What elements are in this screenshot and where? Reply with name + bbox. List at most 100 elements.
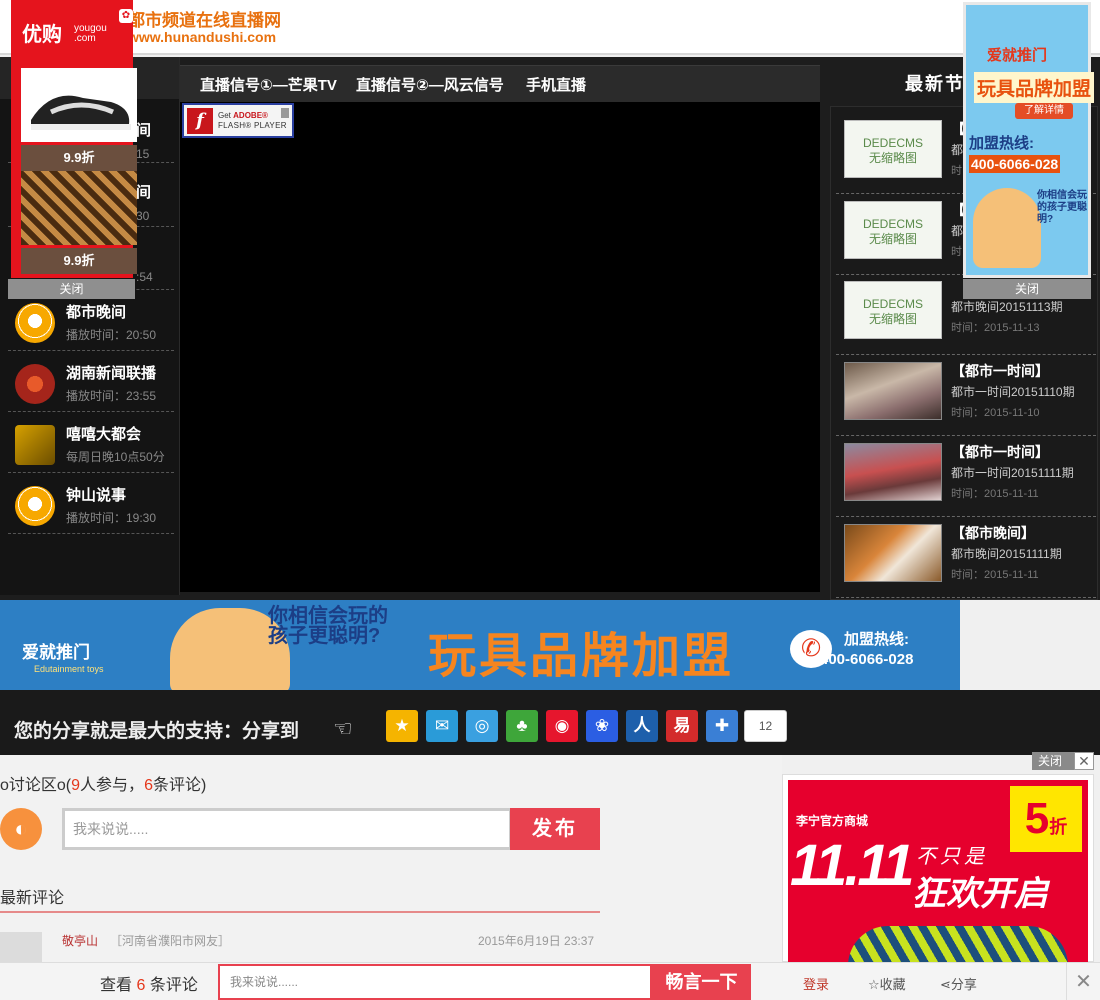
- site-name[interactable]: 都市频道在线直播网: [128, 12, 281, 30]
- hotline-number: 400-6066-028: [820, 651, 914, 668]
- program-name: 嘻嘻大都会: [66, 426, 142, 443]
- netease-icon[interactable]: 易: [666, 710, 698, 742]
- discount-badge: 5折: [1010, 786, 1082, 852]
- site-header: 都市频道在线直播网 www.hunandushi.com: [0, 0, 1100, 55]
- baidu-icon[interactable]: ❀: [586, 710, 618, 742]
- thumbnail-placeholder: DEDECMS 无缩略图: [844, 281, 942, 339]
- banner-brand-sub: Edutainment toys: [34, 664, 104, 674]
- toy-franchise-banner[interactable]: 爱就推门 Edutainment toys 你相信会玩的孩子更聪明? 玩具品牌加…: [0, 600, 960, 690]
- quick-comment-input[interactable]: 我来说说......: [218, 964, 652, 1000]
- program-time: 播放时间：23:55: [66, 389, 157, 403]
- qq-space-icon[interactable]: ◎: [466, 710, 498, 742]
- renren-icon[interactable]: 人: [626, 710, 658, 742]
- latest-item-subtitle: 都: [951, 143, 964, 157]
- lining-ad[interactable]: 关闭 ✕ 李宁官方商城 5折 11.11 不只是 狂欢开启: [782, 752, 1100, 962]
- lining-brand: 李宁官方商城: [796, 814, 869, 828]
- comment-count: 6: [144, 777, 153, 794]
- divider: [0, 911, 600, 913]
- program-name: 间: [136, 184, 152, 201]
- ad-close-bar: 关闭: [1032, 752, 1076, 770]
- lining-ad-title: 11.11: [790, 833, 915, 898]
- floating-toy-ad[interactable]: 爱就推门 玩具品牌加盟 了解详情 加盟热线: 400-6066-028 你相信会…: [963, 0, 1095, 300]
- latest-item[interactable]: 【都市晚间】 都市晚间20151111期 时间：2015-11-11: [836, 517, 1096, 598]
- floating-shop-ad[interactable]: 优购 yougou .com ✿ 9.9折 9.9折 关闭: [8, 0, 137, 300]
- program-item-3[interactable]: 钟山说事 播放时间：19:30: [8, 474, 174, 534]
- comment-username[interactable]: 敬亭山: [62, 932, 98, 949]
- close-icon[interactable]: ✕: [1074, 752, 1094, 770]
- flash-player-label: FLASH® PLAYER: [218, 121, 287, 130]
- favorite-button[interactable]: ☆收藏: [868, 974, 906, 993]
- share-count[interactable]: 12: [744, 710, 787, 742]
- cartoon-girl-image: [973, 188, 1041, 268]
- latest-item-date: 时间：2015-11-11: [951, 488, 1039, 500]
- banner-headline: 玩具品牌加盟: [428, 630, 735, 683]
- program-item-0[interactable]: 都市晚间 播放时间：20:50: [8, 291, 174, 351]
- qzone-icon[interactable]: ★: [386, 710, 418, 742]
- latest-item[interactable]: 【都市一时间】 都市一时间20151111期 时间：2015-11-11: [836, 436, 1096, 517]
- banner-hotline: ✆ 加盟热线: 400-6066-028: [790, 616, 940, 676]
- share-label: 您的分享就是最大的支持：分享到: [14, 721, 300, 742]
- bag-product-image[interactable]: [21, 171, 137, 245]
- tencent-weibo-icon[interactable]: ✉: [426, 710, 458, 742]
- shoe-product-image[interactable]: [21, 68, 137, 142]
- learn-more-button[interactable]: 了解详情: [1015, 103, 1073, 119]
- get-flash-button[interactable]: f Get ADOBE® FLASH® PLAYER: [182, 103, 294, 138]
- post-comment-button[interactable]: 发布: [510, 808, 600, 850]
- program-item-1[interactable]: 湖南新闻联播 播放时间：23:55: [8, 352, 174, 412]
- channel-logo-icon: [15, 364, 55, 404]
- view-comments-link[interactable]: 查看 6 条评论: [100, 971, 198, 995]
- latest-item-date: 时: [951, 246, 962, 258]
- video-player[interactable]: [180, 102, 820, 592]
- pointing-hand-icon: ☜: [333, 716, 353, 741]
- tab-signal-1[interactable]: 直播信号①—芒果TV: [200, 74, 337, 95]
- latest-item-title: 【都市一时间】: [951, 363, 1049, 379]
- latest-item-date: 时: [951, 165, 962, 177]
- clover-icon[interactable]: ♣: [506, 710, 538, 742]
- more-share-icon[interactable]: ✚: [706, 710, 738, 742]
- program-name: 钟山说事: [66, 487, 127, 504]
- sina-weibo-icon[interactable]: ◉: [546, 710, 578, 742]
- thumbnail-placeholder: DEDECMS 无缩略图: [844, 120, 942, 178]
- discussion-title: o讨论区o(9人参与，6条评论): [0, 777, 207, 794]
- bottom-comment-bar: 查看 6 条评论 我来说说...... 畅言一下 登录 ☆收藏 ⋖分享 ✕: [0, 962, 1100, 1000]
- thumbnail-image: [844, 443, 942, 501]
- comment-input[interactable]: 我来说说.....: [62, 808, 512, 850]
- shop-brand-logo: 优购: [22, 24, 62, 46]
- latest-item-subtitle: 都市晚间20151111期: [951, 547, 1062, 561]
- quick-post-button[interactable]: 畅言一下: [652, 964, 751, 1000]
- avatar[interactable]: [0, 932, 42, 962]
- thumbnail-image: [844, 362, 942, 420]
- close-ad-button[interactable]: 关闭: [963, 279, 1091, 299]
- shoe-image: [848, 926, 1068, 962]
- flash-icon: f: [187, 108, 213, 134]
- share-button[interactable]: ⋖分享: [940, 974, 977, 993]
- product-price: 9.9折: [21, 145, 137, 171]
- close-ad-button[interactable]: 关闭: [1032, 752, 1068, 770]
- paw-icon: ✿: [119, 9, 133, 23]
- toy-ad-slogan: 你相信会玩的孩子更聪明?: [1037, 190, 1087, 225]
- latest-item-subtitle: 都市一时间20151110期: [951, 385, 1075, 399]
- close-ad-button[interactable]: 关闭: [8, 279, 135, 299]
- site-url[interactable]: www.hunandushi.com: [128, 30, 276, 44]
- flash-get-label: Get ADOBE®: [218, 111, 268, 120]
- share-bar: 您的分享就是最大的支持：分享到 ☜ ★ ✉ ◎ ♣ ◉ ❀ 人易 ✚ 12: [0, 690, 1100, 755]
- tab-mobile[interactable]: 手机直播: [526, 74, 586, 95]
- program-time: 播放时间：20:50: [66, 328, 157, 342]
- thumbnail-placeholder: DEDECMS 无缩略图: [844, 201, 942, 259]
- hotline-label: 加盟热线:: [844, 631, 909, 648]
- share-icon: ⋖: [940, 977, 951, 992]
- player-tab-bar: 直播信号①—芒果TV 直播信号②—风云信号 手机直播: [180, 65, 820, 102]
- program-item-2[interactable]: 嘻嘻大都会 每周日晚10点50分: [8, 413, 174, 473]
- program-time: 每周日晚10点50分: [66, 450, 165, 464]
- login-link[interactable]: 登录: [803, 974, 829, 993]
- latest-item-subtitle: 都市晚间20151113期: [951, 300, 1063, 314]
- banner-brand-logo: 爱就推门: [22, 643, 90, 662]
- sneaker-icon: [31, 95, 131, 130]
- latest-item[interactable]: 【都市一时间】 都市一时间20151110期 时间：2015-11-10: [836, 355, 1096, 436]
- thumbnail-image: [844, 524, 942, 582]
- close-icon[interactable]: ✕: [1066, 963, 1100, 1000]
- tab-signal-2[interactable]: 直播信号②—风云信号: [356, 74, 504, 95]
- lining-ad-image[interactable]: 李宁官方商城 5折 11.11 不只是 狂欢开启: [788, 780, 1088, 962]
- comment-date: 2015年6月19日 23:37: [478, 934, 595, 948]
- latest-item-date: 时间：2015-11-13: [951, 322, 1040, 334]
